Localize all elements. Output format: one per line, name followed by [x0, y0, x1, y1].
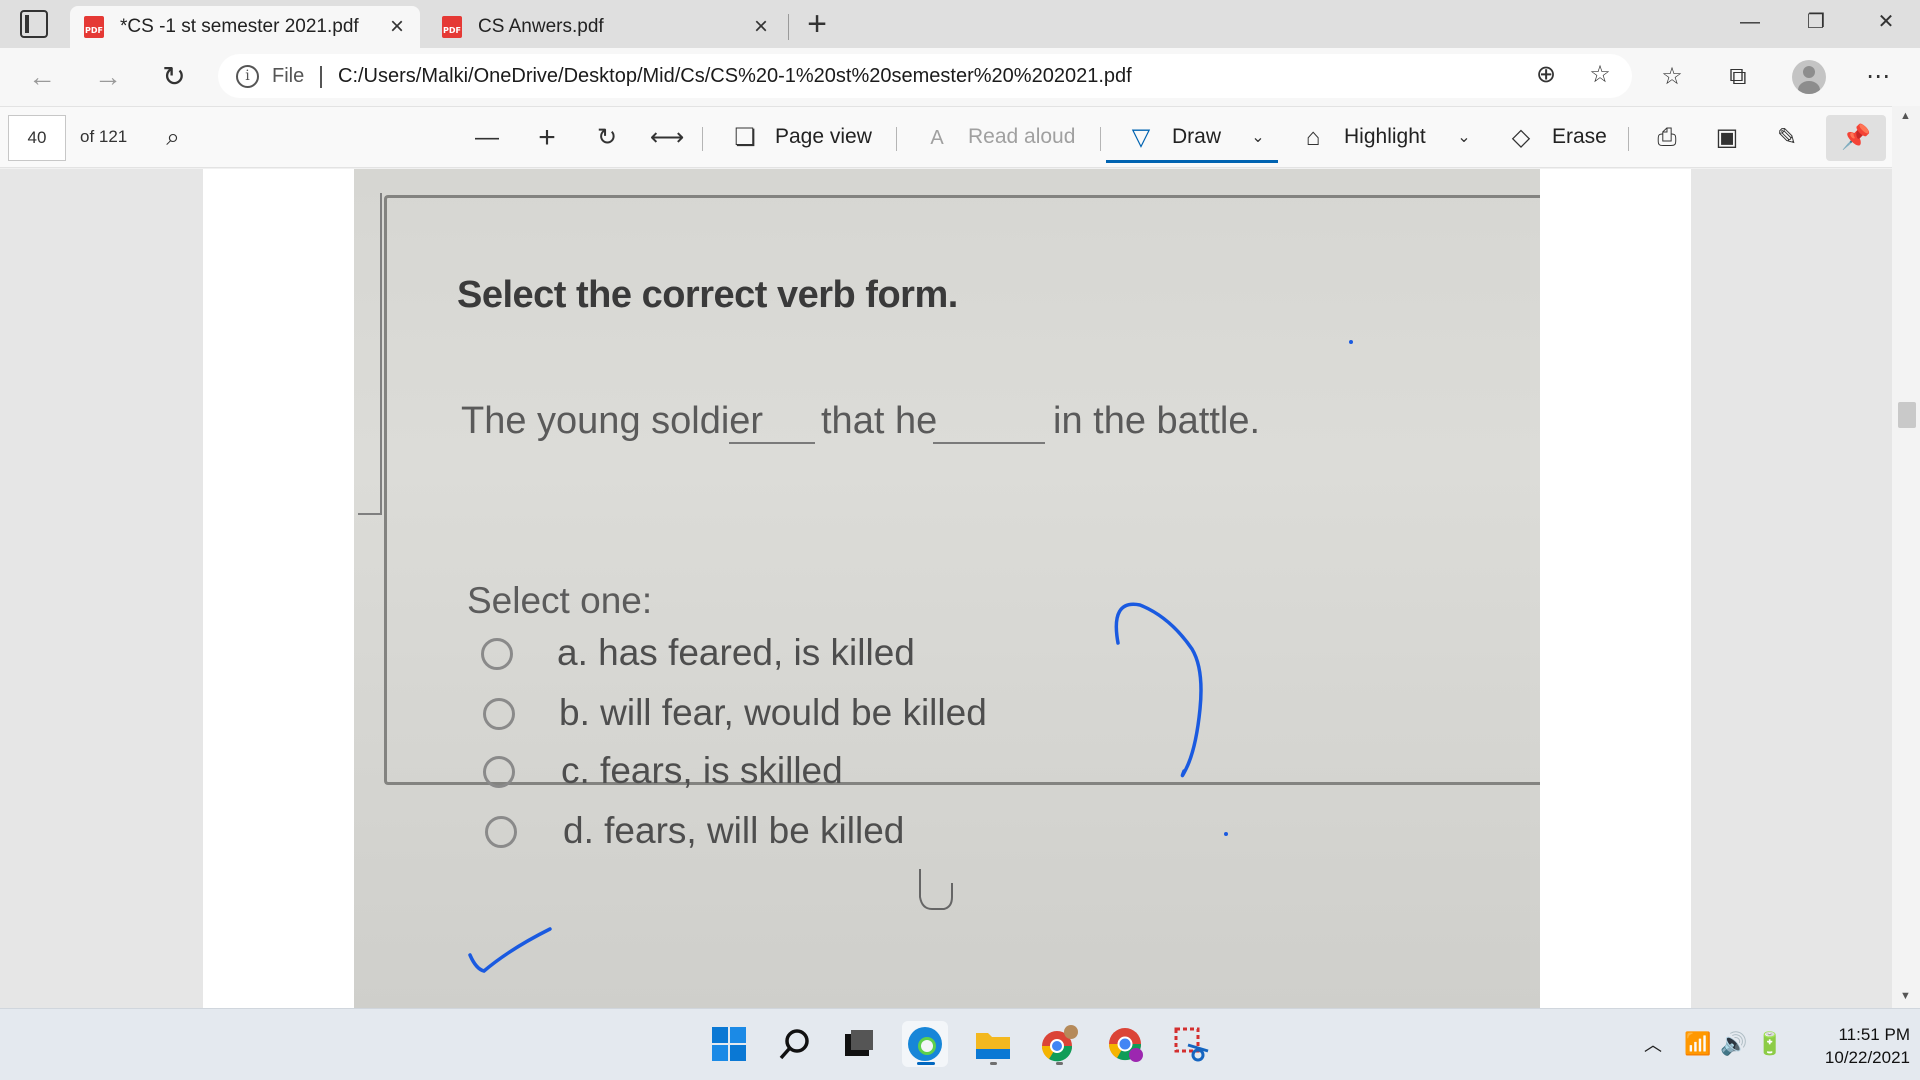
close-tab-icon[interactable]: × — [748, 14, 774, 40]
start-button[interactable] — [706, 1021, 752, 1067]
task-view-button[interactable] — [836, 1021, 882, 1067]
pdf-icon: PDF — [442, 16, 462, 38]
scroll-up-icon[interactable]: ▲ — [1900, 110, 1911, 122]
tab-actions-icon[interactable] — [20, 10, 48, 38]
document-viewport[interactable]: Select the correct verb form. The young … — [0, 169, 1920, 1008]
chevron-down-icon[interactable]: ⌄ — [1452, 121, 1476, 155]
chrome-icon — [1041, 1025, 1078, 1062]
refresh-button[interactable]: ↻ — [156, 60, 192, 96]
read-aloud-button: Read aloud — [968, 125, 1076, 148]
forward-button[interactable]: → — [90, 60, 126, 96]
ink-dot — [1224, 832, 1228, 836]
erase-button[interactable]: Erase — [1552, 125, 1607, 149]
tab-divider — [788, 14, 789, 40]
toolbar-divider — [1100, 127, 1101, 151]
toolbar-divider — [702, 127, 703, 151]
page-number-input[interactable]: 40 — [8, 115, 66, 161]
taskbar: ︿ 📶 🔊 🔋 11:51 PM 10/22/2021 — [0, 1008, 1920, 1080]
task-view-icon — [845, 1030, 873, 1056]
save-icon[interactable]: ▣ — [1710, 121, 1744, 155]
zoom-icon[interactable]: ⊕ — [1530, 60, 1562, 92]
zoom-out-icon[interactable]: — — [470, 121, 504, 155]
chevron-down-icon[interactable]: ⌄ — [1246, 121, 1270, 155]
minimize-button[interactable]: — — [1720, 4, 1780, 40]
draw-tool-group[interactable]: ▽ Draw ⌄ — [1106, 115, 1278, 163]
toolbar-divider — [1628, 127, 1629, 151]
snipping-tool-icon — [1174, 1027, 1209, 1062]
running-indicator — [1056, 1062, 1063, 1065]
restore-button[interactable]: ❐ — [1786, 4, 1846, 40]
taskbar-search-button[interactable] — [772, 1021, 818, 1067]
windows-icon — [712, 1027, 746, 1061]
tab-title: *CS -1 st semester 2021.pdf — [120, 16, 359, 37]
search-icon — [779, 1029, 809, 1060]
tab-cs-answers[interactable]: PDF CS Anwers.pdf × — [428, 6, 784, 48]
highlighter-icon[interactable]: ⌂ — [1298, 121, 1328, 155]
fit-width-icon[interactable]: ⟷ — [650, 121, 684, 155]
ink-checkmark — [468, 927, 552, 973]
edge-icon — [908, 1027, 942, 1061]
add-favorite-icon[interactable]: ☆ — [1584, 60, 1616, 92]
scheme-label: File — [272, 65, 305, 87]
pdf-toolbar: 40 of 121 ⌕ — + ↻ ⟷ ❏ Page view A Read a… — [0, 106, 1920, 168]
snipping-tool-button[interactable] — [1168, 1021, 1214, 1067]
ink-dot — [1349, 340, 1353, 344]
read-aloud-icon: A — [930, 127, 944, 149]
scroll-thumb[interactable] — [1898, 402, 1916, 428]
edge-taskbar-button[interactable] — [902, 1021, 948, 1067]
tab-strip: PDF *CS -1 st semester 2021.pdf × PDF CS… — [0, 0, 1920, 48]
search-icon[interactable]: ⌕ — [158, 121, 188, 155]
url-text[interactable]: C:/Users/Malki/OneDrive/Desktop/Mid/Cs/C… — [338, 65, 1132, 88]
address-divider — [320, 66, 322, 88]
address-field[interactable]: i File C:/Users/Malki/OneDrive/Desktop/M… — [218, 54, 1632, 98]
collections-icon[interactable]: ⧉ — [1722, 62, 1754, 94]
rotate-icon[interactable]: ↻ — [590, 121, 624, 155]
ink-layer — [468, 340, 1353, 973]
chrome-button[interactable] — [1102, 1021, 1148, 1067]
pdf-icon: PDF — [84, 16, 104, 38]
profile-avatar[interactable] — [1792, 60, 1826, 94]
scroll-down-icon[interactable]: ▼ — [1900, 990, 1911, 1002]
vertical-scrollbar[interactable]: ▲ ▼ — [1892, 106, 1920, 1008]
address-bar-row: ← → ↻ i File C:/Users/Malki/OneDrive/Des… — [0, 48, 1920, 106]
more-options-icon[interactable]: ⋯ — [1862, 62, 1894, 94]
battery-icon[interactable]: 🔋 — [1756, 1031, 1783, 1057]
wifi-icon[interactable]: 📶 — [1684, 1031, 1711, 1057]
chrome-profile-button[interactable] — [1036, 1021, 1082, 1067]
info-icon[interactable]: i — [236, 65, 259, 88]
page-total: of 121 — [80, 127, 128, 146]
save-as-icon[interactable]: ✎ — [1770, 121, 1804, 155]
clock-date: 10/22/2021 — [1824, 1048, 1910, 1067]
hand-cursor-icon — [919, 869, 953, 910]
eraser-icon[interactable]: ◇ — [1506, 121, 1536, 155]
close-tab-icon[interactable]: × — [384, 14, 410, 40]
page-view-button[interactable]: Page view — [775, 125, 872, 149]
show-hidden-icons[interactable]: ︿ — [1644, 1031, 1662, 1057]
close-window-button[interactable]: ✕ — [1856, 4, 1916, 40]
draw-button[interactable]: Draw — [1172, 125, 1221, 149]
tab-title: CS Anwers.pdf — [478, 16, 604, 37]
file-explorer-button[interactable] — [970, 1021, 1016, 1067]
folder-icon — [976, 1033, 1010, 1059]
chrome-icon — [1108, 1028, 1143, 1062]
print-icon[interactable]: ⎙ — [1650, 121, 1684, 155]
page-view-icon[interactable]: ❏ — [730, 121, 760, 155]
tab-cs-semester[interactable]: PDF *CS -1 st semester 2021.pdf × — [70, 6, 420, 48]
highlight-button[interactable]: Highlight — [1344, 125, 1426, 149]
back-button[interactable]: ← — [24, 60, 60, 96]
running-indicator — [990, 1062, 997, 1065]
new-tab-button[interactable]: + — [800, 7, 834, 42]
toolbar-divider — [896, 127, 897, 151]
clock-time: 11:51 PM — [1838, 1025, 1910, 1044]
pin-toolbar-icon[interactable]: 📌 — [1826, 115, 1886, 161]
favorites-icon[interactable]: ☆ — [1656, 62, 1688, 94]
draw-pen-icon[interactable]: ▽ — [1126, 121, 1156, 155]
active-indicator — [917, 1062, 935, 1065]
clock[interactable]: 11:51 PM 10/22/2021 — [1790, 1023, 1910, 1069]
zoom-in-icon[interactable]: + — [530, 121, 564, 155]
volume-icon[interactable]: 🔊 — [1720, 1031, 1747, 1057]
ink-bracket — [1114, 602, 1203, 778]
